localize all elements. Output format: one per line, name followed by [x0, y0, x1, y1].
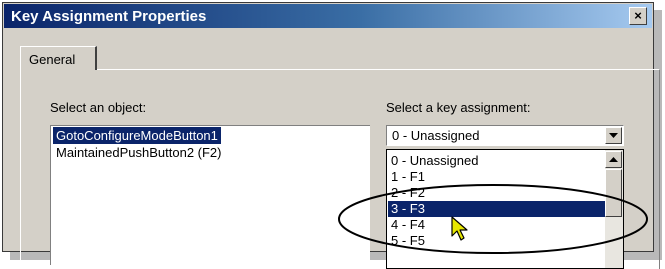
dropdown-scrollbar[interactable] — [605, 150, 623, 268]
key-assignment-dropdown-list[interactable]: 0 - Unassigned 1 - F1 2 - F2 3 - F3 4 - … — [386, 149, 624, 269]
dropdown-option-selected[interactable]: 3 - F3 — [388, 201, 605, 217]
dropdown-option[interactable]: 5 - F5 — [388, 233, 605, 249]
chevron-down-icon — [609, 133, 618, 138]
mouse-pointer-icon — [451, 216, 468, 241]
close-icon: × — [634, 8, 642, 23]
tab-general-label: General — [29, 52, 76, 67]
scroll-up-button[interactable] — [605, 151, 622, 168]
select-key-label: Select a key assignment: — [386, 100, 531, 115]
dropdown-option[interactable]: 4 - F4 — [388, 217, 605, 233]
list-item[interactable]: MaintainedPushButton2 (F2) — [53, 144, 224, 161]
window-title: Key Assignment Properties — [11, 8, 207, 25]
tab-general[interactable]: General — [20, 46, 97, 70]
select-object-label: Select an object: — [50, 100, 147, 115]
list-item[interactable]: GotoConfigureModeButton1 — [53, 127, 221, 144]
scroll-thumb[interactable] — [605, 169, 622, 217]
close-button[interactable]: × — [629, 7, 647, 25]
dropdown-option[interactable]: 1 - F1 — [388, 169, 605, 185]
dropdown-option[interactable]: 2 - F2 — [388, 185, 605, 201]
dropdown-button[interactable] — [605, 127, 622, 144]
key-assignment-select[interactable]: 0 - Unassigned — [386, 125, 624, 146]
title-bar: Key Assignment Properties × — [4, 4, 652, 28]
dropdown-option[interactable]: 0 - Unassigned — [388, 153, 605, 169]
object-list[interactable]: GotoConfigureModeButton1 MaintainedPushB… — [50, 125, 370, 265]
chevron-up-icon — [609, 157, 618, 162]
key-assignment-value: 0 - Unassigned — [392, 128, 480, 143]
